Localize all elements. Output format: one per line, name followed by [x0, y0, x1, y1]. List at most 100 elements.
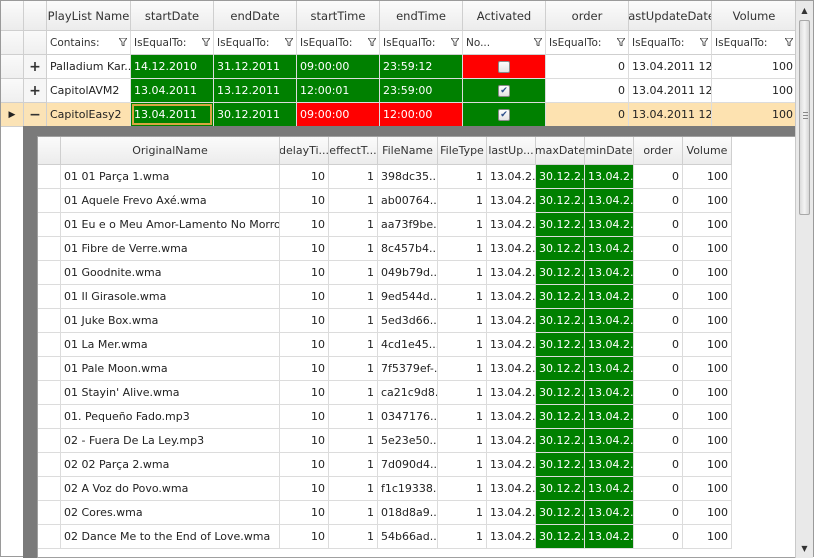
cell-original-name[interactable]: 02 Cores.wma [61, 501, 280, 525]
cell-delay-time[interactable]: 10 [280, 285, 329, 309]
detail-row-header[interactable] [38, 405, 61, 429]
cell-volume[interactable]: 100 [683, 405, 732, 429]
cell-volume[interactable]: 100 [683, 453, 732, 477]
detail-column-header-max-date[interactable]: maxDate [536, 137, 585, 165]
cell-order[interactable]: 0 [634, 285, 683, 309]
cell-min-date[interactable]: 13.04.2... [585, 261, 634, 285]
cell-delay-time[interactable]: 10 [280, 453, 329, 477]
detail-row-header[interactable] [38, 429, 61, 453]
cell-end-time[interactable]: 23:59:12 [380, 55, 463, 79]
cell-delay-time[interactable]: 10 [280, 261, 329, 285]
cell-min-date[interactable]: 13.04.2... [585, 237, 634, 261]
cell-original-name[interactable]: 01 Stayin' Alive.wma [61, 381, 280, 405]
cell-volume[interactable]: 100 [683, 333, 732, 357]
cell-effect-type[interactable]: 1 [329, 501, 378, 525]
cell-order[interactable]: 0 [634, 309, 683, 333]
row-header[interactable] [1, 55, 24, 79]
cell-max-date[interactable]: 30.12.2... [536, 525, 585, 549]
column-header-end-time[interactable]: endTime [380, 1, 463, 31]
column-header-activated[interactable]: Activated [463, 1, 546, 31]
cell-order[interactable]: 0 [546, 103, 629, 127]
cell-file-name[interactable]: 7f5379ef-... [378, 357, 438, 381]
cell-order[interactable]: 0 [634, 405, 683, 429]
cell-order[interactable]: 0 [634, 237, 683, 261]
cell-last-update[interactable]: 13.04.2... [487, 477, 536, 501]
cell-file-type[interactable]: 1 [438, 213, 487, 237]
detail-row-header[interactable] [38, 285, 61, 309]
detail-row-header[interactable] [38, 261, 61, 285]
detail-row-header[interactable] [38, 357, 61, 381]
cell-max-date[interactable]: 30.12.2... [536, 357, 585, 381]
cell-original-name[interactable]: 01 Aquele Frevo Axé.wma [61, 189, 280, 213]
cell-order[interactable]: 0 [634, 429, 683, 453]
cell-effect-type[interactable]: 1 [329, 525, 378, 549]
detail-row-header[interactable] [38, 165, 61, 189]
cell-original-name[interactable]: 01 Goodnite.wma [61, 261, 280, 285]
cell-file-type[interactable]: 1 [438, 165, 487, 189]
cell-min-date[interactable]: 13.04.2... [585, 285, 634, 309]
cell-effect-type[interactable]: 1 [329, 285, 378, 309]
cell-max-date[interactable]: 30.12.2... [536, 501, 585, 525]
cell-max-date[interactable]: 30.12.2... [536, 309, 585, 333]
cell-file-name[interactable]: ca21c9d8... [378, 381, 438, 405]
cell-file-name[interactable]: aa73f9be... [378, 213, 438, 237]
cell-last-update[interactable]: 13.04.2... [487, 501, 536, 525]
cell-original-name[interactable]: 02 A Voz do Povo.wma [61, 477, 280, 501]
cell-start-date[interactable]: 14.12.2010 [131, 55, 214, 79]
funnel-icon[interactable] [368, 38, 376, 46]
filter-playlist-name[interactable]: Contains: [47, 31, 131, 55]
cell-max-date[interactable]: 30.12.2... [536, 261, 585, 285]
cell-activated[interactable] [463, 55, 546, 79]
activated-checkbox[interactable]: ✔ [498, 84, 510, 97]
cell-effect-type[interactable]: 1 [329, 453, 378, 477]
cell-file-name[interactable]: 398dc35... [378, 165, 438, 189]
column-header-order[interactable]: order [546, 1, 629, 31]
cell-end-date[interactable]: 13.12.2011 [214, 79, 297, 103]
detail-column-header-order[interactable]: order [634, 137, 683, 165]
column-header-start-date[interactable]: startDate [131, 1, 214, 31]
cell-last-update[interactable]: 13.04.2... [487, 285, 536, 309]
cell-volume[interactable]: 100 [683, 285, 732, 309]
cell-file-name[interactable]: 0347176... [378, 405, 438, 429]
filter-last-update-date[interactable]: IsEqualTo: [629, 31, 712, 55]
scrollbar-thumb[interactable] [799, 20, 810, 215]
cell-order[interactable]: 0 [634, 333, 683, 357]
cell-max-date[interactable]: 30.12.2... [536, 333, 585, 357]
cell-file-type[interactable]: 1 [438, 357, 487, 381]
cell-last-update[interactable]: 13.04.2... [487, 429, 536, 453]
cell-file-name[interactable]: 049b79d... [378, 261, 438, 285]
cell-min-date[interactable]: 13.04.2... [585, 213, 634, 237]
cell-volume[interactable]: 100 [683, 213, 732, 237]
cell-file-name[interactable]: 7d090d4... [378, 453, 438, 477]
cell-file-name[interactable]: 8c457b4... [378, 237, 438, 261]
cell-delay-time[interactable]: 10 [280, 405, 329, 429]
cell-last-update[interactable]: 13.04.2... [487, 525, 536, 549]
column-header-last-update-date[interactable]: lastUpdateDate [629, 1, 712, 31]
cell-order[interactable]: 0 [634, 501, 683, 525]
funnel-icon[interactable] [534, 38, 542, 46]
cell-min-date[interactable]: 13.04.2... [585, 453, 634, 477]
cell-start-time[interactable]: 09:00:00 [297, 103, 380, 127]
cell-effect-type[interactable]: 1 [329, 429, 378, 453]
expand-row-button[interactable]: + [24, 79, 47, 103]
cell-volume[interactable]: 100 [683, 189, 732, 213]
cell-delay-time[interactable]: 10 [280, 501, 329, 525]
cell-volume[interactable]: 100 [683, 309, 732, 333]
cell-volume[interactable]: 100 [683, 525, 732, 549]
cell-end-date[interactable]: 31.12.2011 [214, 55, 297, 79]
column-header-volume[interactable]: Volume [712, 1, 797, 31]
funnel-icon[interactable] [785, 38, 793, 46]
cell-volume[interactable]: 100 [683, 357, 732, 381]
cell-effect-type[interactable]: 1 [329, 165, 378, 189]
cell-delay-time[interactable]: 10 [280, 477, 329, 501]
cell-file-type[interactable]: 1 [438, 525, 487, 549]
cell-last-update-date[interactable]: 13.04.2011 12... [629, 55, 712, 79]
cell-last-update[interactable]: 13.04.2... [487, 213, 536, 237]
detail-column-header-file-type[interactable]: FileType [438, 137, 487, 165]
cell-start-date-editing[interactable]: 13.04.2011 [131, 103, 214, 127]
cell-order[interactable]: 0 [634, 477, 683, 501]
cell-delay-time[interactable]: 10 [280, 309, 329, 333]
cell-order[interactable]: 0 [634, 453, 683, 477]
cell-max-date[interactable]: 30.12.2... [536, 405, 585, 429]
cell-last-update[interactable]: 13.04.2... [487, 381, 536, 405]
